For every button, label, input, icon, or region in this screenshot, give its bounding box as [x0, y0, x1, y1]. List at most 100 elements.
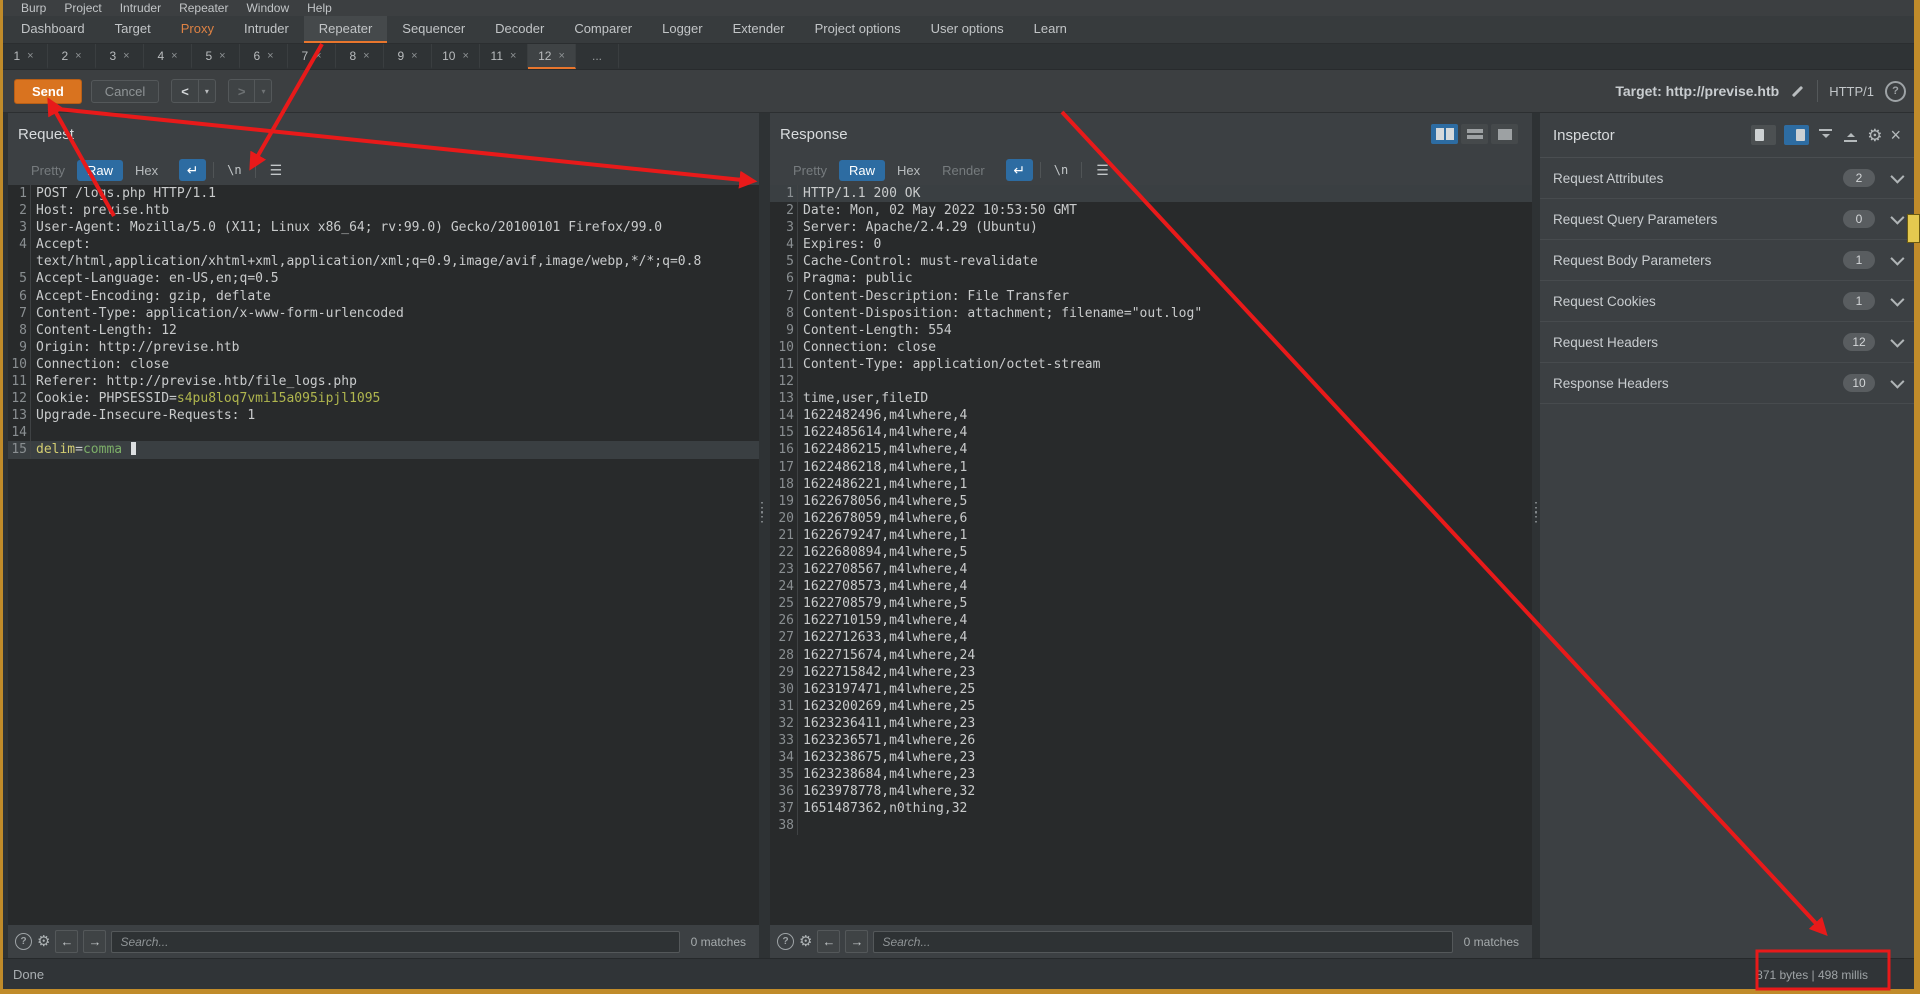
- view-tab-raw[interactable]: Raw: [77, 160, 123, 181]
- prev-match-button[interactable]: ←: [55, 930, 78, 953]
- search-settings-icon[interactable]: ⚙: [799, 934, 812, 949]
- chevron-down-icon[interactable]: [1890, 334, 1904, 348]
- session-tab-10[interactable]: 10×: [432, 44, 480, 69]
- expand-all-icon[interactable]: [1842, 127, 1859, 144]
- dock-right-icon[interactable]: [1784, 125, 1809, 145]
- close-tab-icon[interactable]: ×: [462, 50, 468, 62]
- tab-dashboard[interactable]: Dashboard: [6, 16, 100, 43]
- word-wrap-button[interactable]: ↵: [1006, 159, 1033, 181]
- chevron-down-icon[interactable]: [1890, 211, 1904, 225]
- close-tab-icon[interactable]: ×: [558, 50, 564, 62]
- menu-intruder[interactable]: Intruder: [111, 1, 170, 15]
- tab-logger[interactable]: Logger: [647, 16, 717, 43]
- history-forward-button[interactable]: > ▾: [228, 79, 273, 103]
- view-tab-hex[interactable]: Hex: [125, 160, 168, 181]
- show-newlines-button[interactable]: \n: [1048, 160, 1074, 180]
- session-tab-6[interactable]: 6×: [240, 44, 288, 69]
- close-icon[interactable]: ×: [1890, 126, 1901, 144]
- tab-learn[interactable]: Learn: [1019, 16, 1082, 43]
- help-icon[interactable]: ?: [1885, 81, 1906, 102]
- chevron-down-icon[interactable]: [1890, 375, 1904, 389]
- view-tab-render[interactable]: Render: [932, 160, 995, 181]
- session-tab-3[interactable]: 3×: [96, 44, 144, 69]
- menu-help[interactable]: Help: [298, 1, 341, 15]
- history-back-button[interactable]: < ▾: [171, 79, 216, 103]
- tab-extender[interactable]: Extender: [718, 16, 800, 43]
- inspector-section-request-body-parameters[interactable]: Request Body Parameters1: [1540, 240, 1914, 281]
- tab-intruder[interactable]: Intruder: [229, 16, 304, 43]
- collapse-all-icon[interactable]: [1817, 127, 1834, 144]
- view-tab-raw[interactable]: Raw: [839, 160, 885, 181]
- next-match-button[interactable]: →: [845, 930, 868, 953]
- menu-repeater[interactable]: Repeater: [170, 1, 237, 15]
- view-tab-hex[interactable]: Hex: [887, 160, 930, 181]
- response-editor[interactable]: 1HTTP/1.1 200 OK2Date: Mon, 02 May 2022 …: [770, 185, 1532, 925]
- view-tab-pretty[interactable]: Pretty: [21, 160, 75, 181]
- session-tab-1[interactable]: 1×: [0, 44, 48, 69]
- send-button[interactable]: Send: [14, 79, 82, 104]
- editor-menu-button[interactable]: ☰: [1089, 160, 1116, 181]
- editor-menu-button[interactable]: ☰: [263, 160, 290, 181]
- prev-match-button[interactable]: ←: [817, 930, 840, 953]
- request-editor[interactable]: 1POST /logs.php HTTP/1.12Host: previse.h…: [8, 185, 759, 925]
- response-search-input[interactable]: [873, 931, 1452, 953]
- tab-target[interactable]: Target: [100, 16, 166, 43]
- http-version-label[interactable]: HTTP/1: [1829, 84, 1874, 99]
- session-tab-5[interactable]: 5×: [192, 44, 240, 69]
- view-tab-pretty[interactable]: Pretty: [783, 160, 837, 181]
- request-response-divider[interactable]: ⋮⋮: [755, 503, 767, 521]
- close-tab-icon[interactable]: ×: [510, 50, 516, 62]
- session-tab-2[interactable]: 2×: [48, 44, 96, 69]
- cancel-button[interactable]: Cancel: [91, 80, 159, 103]
- close-tab-icon[interactable]: ×: [75, 50, 81, 62]
- request-search-input[interactable]: [111, 931, 679, 953]
- close-tab-icon[interactable]: ×: [411, 50, 417, 62]
- tab-user-options[interactable]: User options: [916, 16, 1019, 43]
- columns-layout-icon[interactable]: [1431, 124, 1458, 144]
- session-tab-11[interactable]: 11×: [480, 44, 528, 69]
- show-newlines-button[interactable]: \n: [221, 160, 247, 180]
- close-tab-icon[interactable]: ×: [123, 50, 129, 62]
- inspector-section-request-query-parameters[interactable]: Request Query Parameters0: [1540, 199, 1914, 240]
- next-match-button[interactable]: →: [83, 930, 106, 953]
- close-tab-icon[interactable]: ×: [219, 50, 225, 62]
- forward-dropdown-icon[interactable]: ▾: [254, 80, 271, 102]
- tab-repeater[interactable]: Repeater: [304, 16, 387, 43]
- close-tab-icon[interactable]: ×: [315, 50, 321, 62]
- word-wrap-button[interactable]: ↵: [179, 159, 206, 181]
- response-inspector-divider[interactable]: ⋮⋮: [1529, 503, 1541, 521]
- single-layout-icon[interactable]: [1491, 124, 1518, 144]
- search-help-icon[interactable]: ?: [777, 933, 794, 950]
- session-tab-12[interactable]: 12×: [528, 44, 576, 69]
- inspector-section-request-headers[interactable]: Request Headers12: [1540, 322, 1914, 363]
- close-tab-icon[interactable]: ×: [27, 50, 33, 62]
- chevron-down-icon[interactable]: [1890, 293, 1904, 307]
- chevron-down-icon[interactable]: [1890, 252, 1904, 266]
- inspector-section-request-attributes[interactable]: Request Attributes2: [1540, 158, 1914, 199]
- session-tab-more[interactable]: ...: [576, 44, 619, 69]
- rows-layout-icon[interactable]: [1461, 124, 1488, 144]
- session-tab-8[interactable]: 8×: [336, 44, 384, 69]
- gear-icon[interactable]: ⚙: [1867, 127, 1882, 144]
- session-tab-9[interactable]: 9×: [384, 44, 432, 69]
- close-tab-icon[interactable]: ×: [171, 50, 177, 62]
- tab-proxy[interactable]: Proxy: [166, 16, 229, 43]
- menu-window[interactable]: Window: [237, 1, 298, 15]
- session-tab-4[interactable]: 4×: [144, 44, 192, 69]
- edit-target-icon[interactable]: [1790, 83, 1806, 99]
- session-tab-7[interactable]: 7×: [288, 44, 336, 69]
- tab-comparer[interactable]: Comparer: [559, 16, 647, 43]
- chevron-down-icon[interactable]: [1890, 170, 1904, 184]
- close-tab-icon[interactable]: ×: [267, 50, 273, 62]
- dock-left-icon[interactable]: [1751, 125, 1776, 145]
- back-dropdown-icon[interactable]: ▾: [198, 80, 215, 102]
- inspector-section-response-headers[interactable]: Response Headers10: [1540, 363, 1914, 404]
- inspector-section-request-cookies[interactable]: Request Cookies1: [1540, 281, 1914, 322]
- search-settings-icon[interactable]: ⚙: [37, 934, 50, 949]
- search-help-icon[interactable]: ?: [15, 933, 32, 950]
- menu-burp[interactable]: Burp: [12, 1, 55, 15]
- tab-project-options[interactable]: Project options: [800, 16, 916, 43]
- menu-project[interactable]: Project: [55, 1, 110, 15]
- close-tab-icon[interactable]: ×: [363, 50, 369, 62]
- tab-decoder[interactable]: Decoder: [480, 16, 559, 43]
